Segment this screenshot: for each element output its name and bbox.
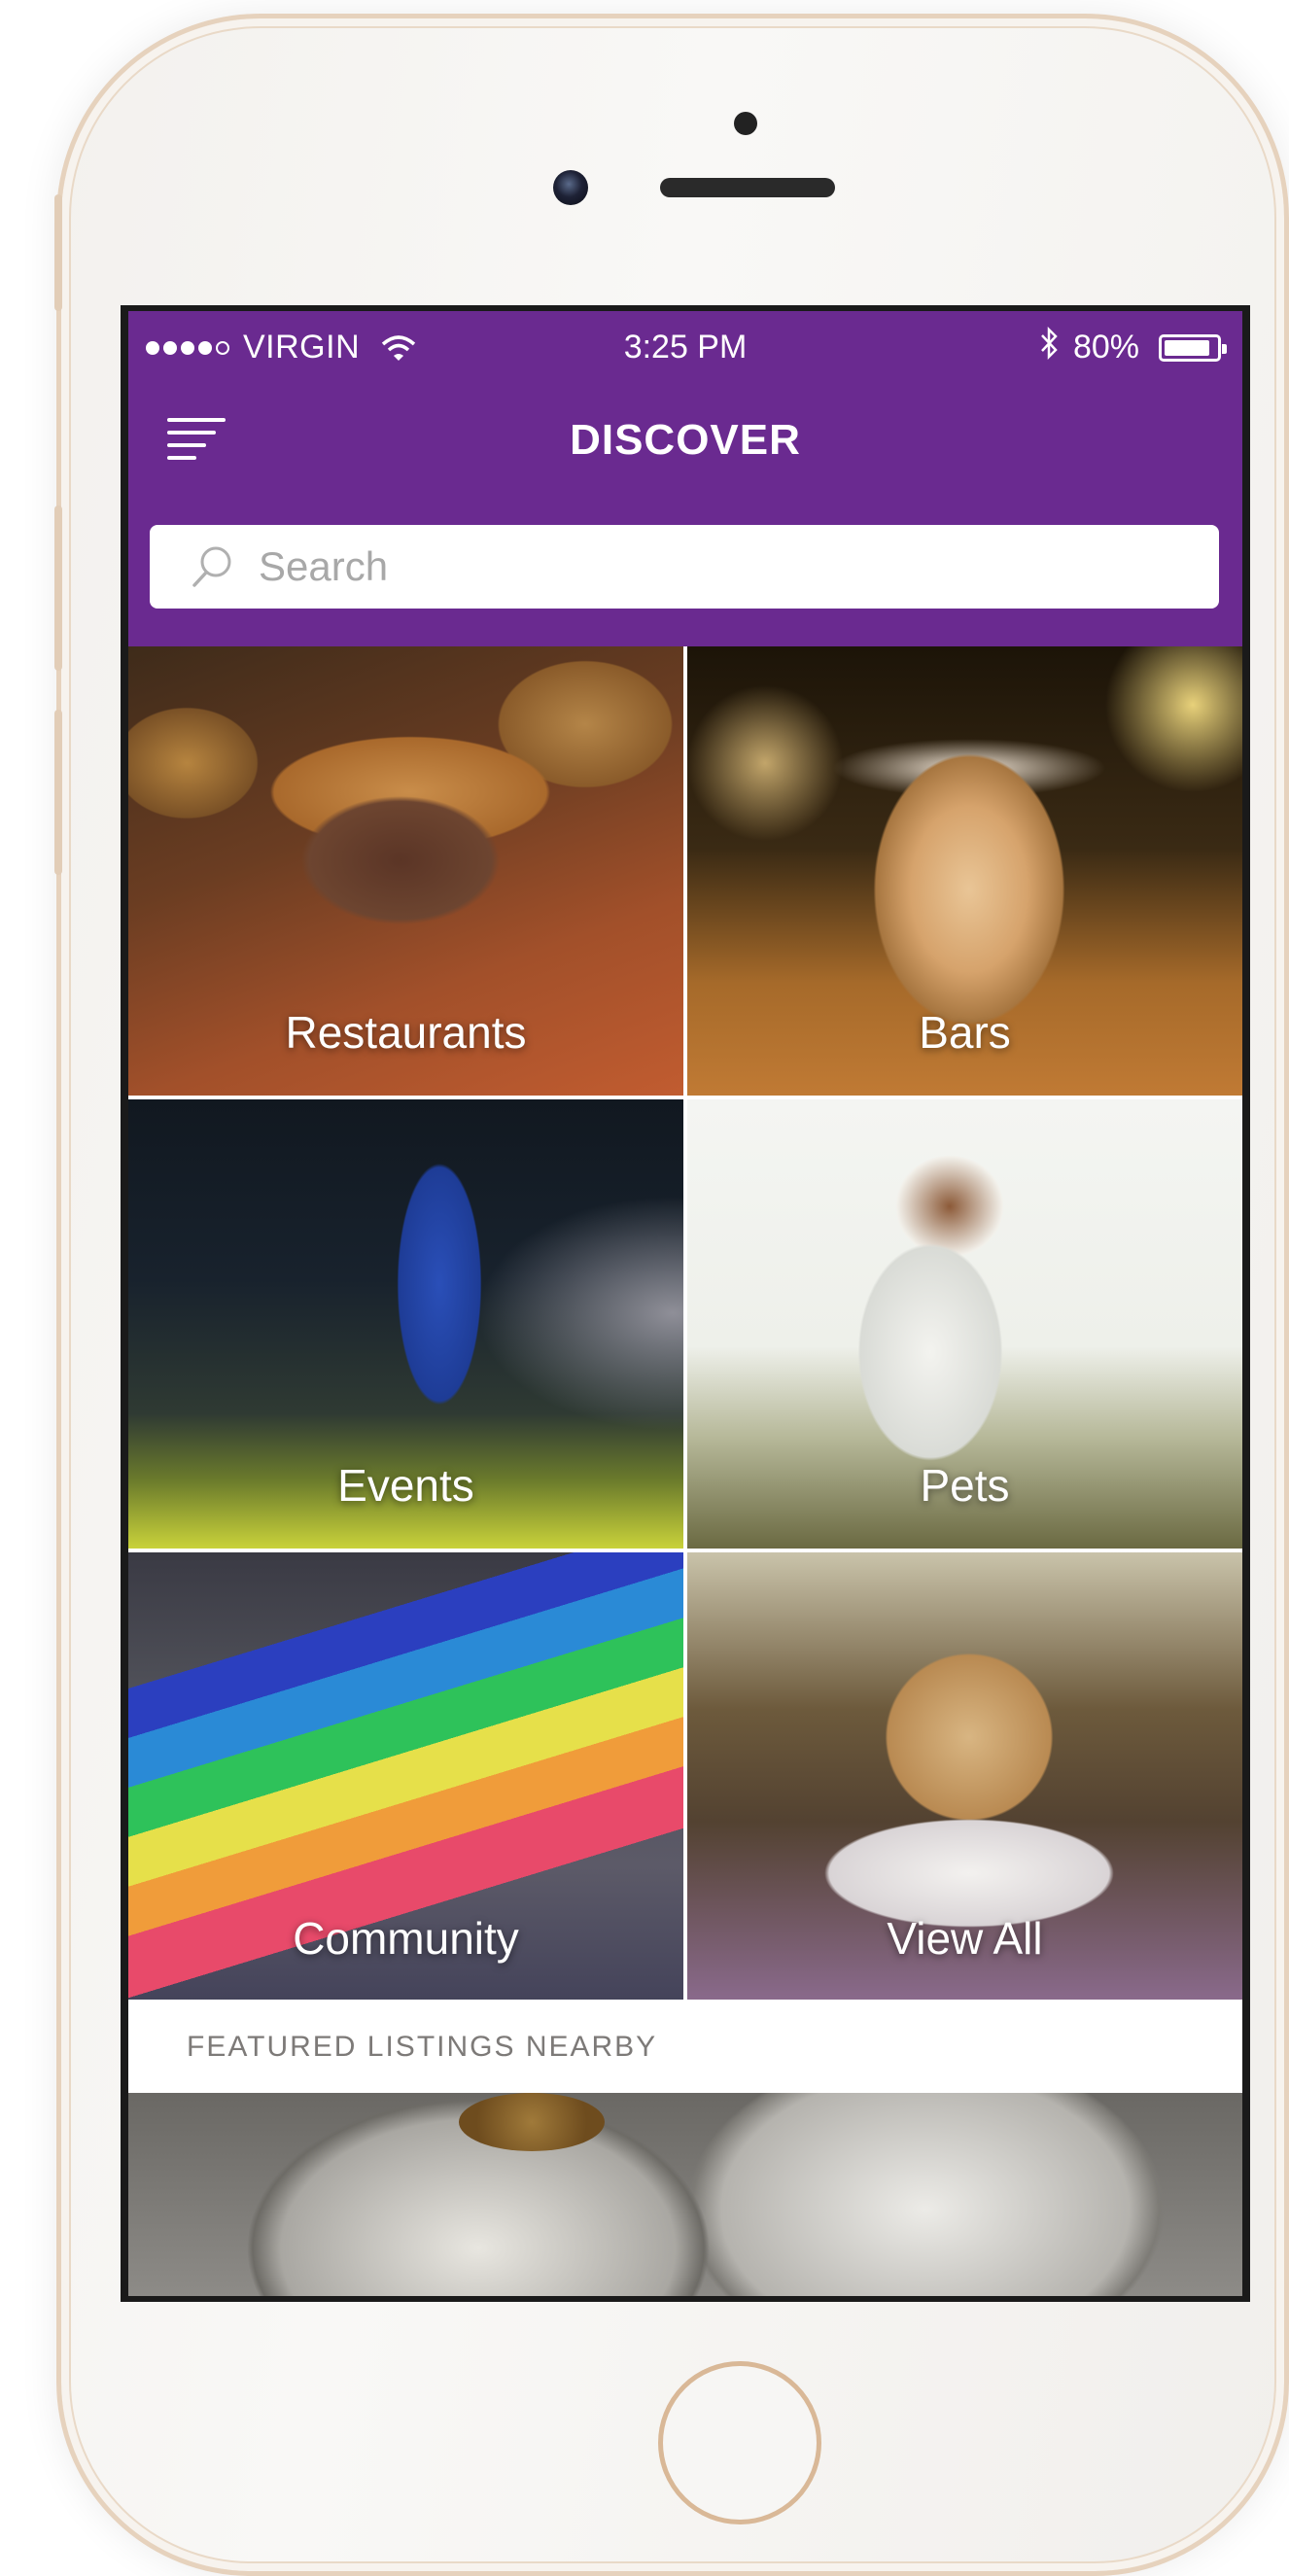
volume-up-button xyxy=(54,505,62,671)
status-bar: VIRGIN 3:25 PM 80% xyxy=(128,311,1242,373)
food-topping xyxy=(459,2093,605,2151)
page-title: DISCOVER xyxy=(570,416,801,464)
front-camera xyxy=(553,170,588,205)
search-input[interactable] xyxy=(257,542,1135,591)
category-label: Events xyxy=(337,1460,474,1511)
search-icon xyxy=(192,546,231,587)
battery-icon xyxy=(1159,333,1227,362)
home-button[interactable] xyxy=(658,2361,821,2524)
category-tile-community[interactable]: Community xyxy=(128,1552,683,2002)
category-label: Pets xyxy=(920,1460,1010,1511)
category-tile-pets[interactable]: Pets xyxy=(687,1099,1242,1549)
featured-listing-image[interactable] xyxy=(128,2093,1242,2296)
category-tile-view-all[interactable]: View All xyxy=(687,1552,1242,2002)
category-tile-restaurants[interactable]: Restaurants xyxy=(128,646,683,1096)
volume-down-button xyxy=(54,710,62,875)
category-label: Bars xyxy=(919,1007,1011,1058)
category-label: Restaurants xyxy=(285,1007,527,1058)
search-bar[interactable] xyxy=(150,525,1219,609)
battery-percent: 80% xyxy=(1072,329,1139,366)
phone-screen: VIRGIN 3:25 PM 80% DISCOVER Search Resta… xyxy=(121,305,1250,2302)
app-view: VIRGIN 3:25 PM 80% DISCOVER Search Resta… xyxy=(128,311,1242,2296)
bluetooth-icon xyxy=(1038,326,1060,368)
earpiece-speaker xyxy=(660,178,835,197)
category-tile-bars[interactable]: Bars xyxy=(687,646,1242,1096)
proximity-sensor xyxy=(734,112,757,135)
category-grid: Restaurants Bars Events Pets Community V… xyxy=(128,646,1242,2002)
category-label: View All xyxy=(887,1913,1043,1964)
app-header: VIRGIN 3:25 PM 80% DISCOVER Search xyxy=(128,311,1242,646)
category-label: Community xyxy=(293,1913,519,1964)
featured-heading: FEATURED LISTINGS NEARBY xyxy=(187,2031,658,2063)
mute-switch xyxy=(54,194,62,311)
status-right: 80% xyxy=(1038,326,1227,368)
featured-section-header: FEATURED LISTINGS NEARBY xyxy=(128,2000,1242,2093)
category-tile-events[interactable]: Events xyxy=(128,1099,683,1549)
